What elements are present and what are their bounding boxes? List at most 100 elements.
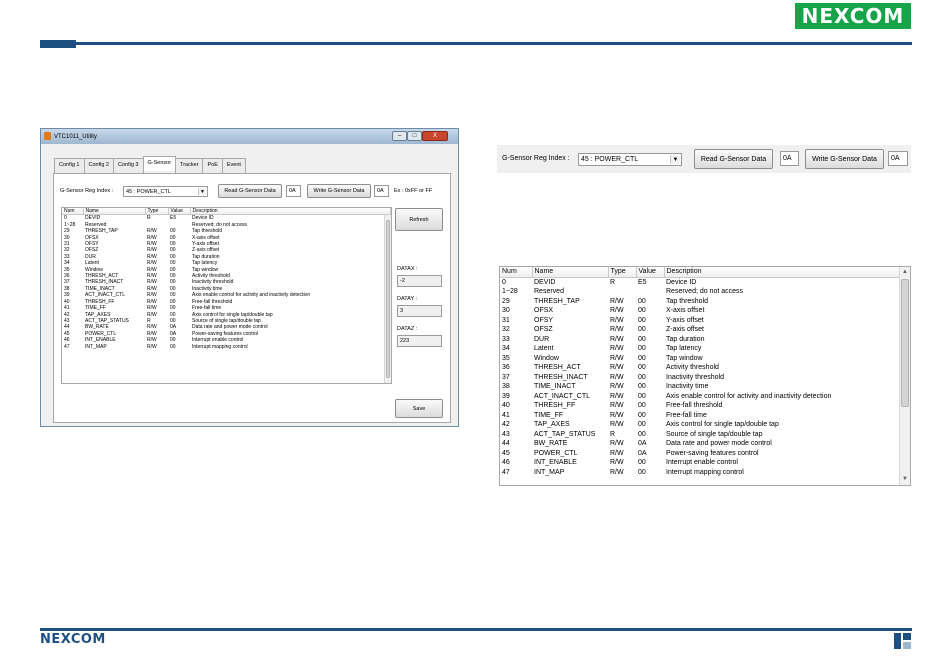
col-value-zoom[interactable]: Value: [636, 267, 665, 278]
write-gsensor-button-zoom[interactable]: Write G-Sensor Data: [805, 149, 884, 169]
table-row-zoom[interactable]: 43 ACT_TAP_STATUS R 00 Source of single tap/…: [500, 430, 910, 440]
close-button[interactable]: X: [422, 131, 448, 141]
table-row-zoom[interactable]: 38 TIME_INACT R/W 00 Inactivity time: [500, 382, 910, 392]
cell-type: R/W: [610, 364, 624, 371]
table-row-zoom[interactable]: 46 INT_ENABLE R/W 00 Interrupt enable contro…: [500, 458, 910, 468]
tab-config-2[interactable]: Config 2: [83, 158, 114, 173]
cell-description: Device ID: [192, 215, 214, 222]
col-description[interactable]: Description: [190, 208, 391, 216]
read-value-field-zoom[interactable]: 0A: [780, 151, 799, 166]
cell-type: R/W: [610, 326, 624, 333]
table-row-zoom[interactable]: 33 DUR R/W 00 Tap duration: [500, 335, 910, 345]
scrollbar-zoom[interactable]: ▲ ▼: [899, 267, 910, 485]
cell-type: R/W: [610, 307, 624, 314]
col-num[interactable]: Num: [62, 208, 84, 216]
cell-name: TIME_INACT: [534, 383, 576, 390]
tab-bar: Config 1 Config 2 Config 3 G-Sensor Trac…: [54, 156, 246, 173]
minimize-button[interactable]: ‒: [392, 131, 407, 141]
cell-num: 35: [502, 354, 510, 362]
scroll-thumb-small[interactable]: [386, 220, 390, 378]
cell-num: 32: [502, 326, 510, 333]
tab-config-1[interactable]: Config 1: [54, 158, 85, 173]
write-value: 0A: [377, 188, 384, 194]
scroll-thumb-zoom[interactable]: [901, 279, 909, 407]
table-row-zoom[interactable]: 37 THRESH_INACT R/W 00 Inactivity threshold: [500, 373, 910, 383]
cell-description: Inactivity time: [666, 383, 709, 390]
table-row[interactable]: 0 DEVID R E5 Device ID: [62, 215, 391, 222]
write-value-field-zoom[interactable]: 0A: [888, 151, 908, 166]
cell-num: 44: [502, 440, 510, 447]
scroll-down-icon[interactable]: ▼: [900, 475, 910, 485]
window-title: VTC1011_Utility: [54, 133, 97, 140]
cell-num: 41: [502, 411, 510, 419]
col-type-zoom[interactable]: Type: [608, 267, 637, 278]
col-description-zoom[interactable]: Description: [664, 267, 910, 278]
cell-type: R/W: [610, 335, 624, 343]
cell-value: 00: [638, 402, 646, 409]
table-row-zoom[interactable]: 45 POWER_CTL R/W 0A Power-saving features co…: [500, 449, 910, 459]
table-row-zoom[interactable]: 41 TIME_FF R/W 00 Free-fall time: [500, 411, 910, 421]
cell-type: R/W: [610, 345, 624, 352]
table-row-zoom[interactable]: 44 BW_RATE R/W 0A Data rate and power mode c…: [500, 439, 910, 449]
cell-type: R: [147, 215, 151, 222]
maximize-button[interactable]: □: [407, 131, 422, 141]
cell-name: Latent: [534, 345, 554, 352]
cell-value: 00: [638, 307, 646, 314]
cell-description: Free-fall threshold: [666, 402, 723, 409]
cell-description: Power-saving features control: [666, 449, 759, 457]
table-row-zoom[interactable]: 32 OFSZ R/W 00 Z-axis offset: [500, 325, 910, 335]
col-num-zoom[interactable]: Num: [500, 267, 533, 278]
tab-g-sensor[interactable]: G-Sensor: [142, 156, 177, 171]
read-value-field[interactable]: 0A: [286, 185, 301, 197]
cell-description: Axis control for single tap/double tap: [666, 421, 779, 428]
cell-value: 0A: [638, 440, 647, 447]
cell-value: 00: [638, 411, 646, 419]
read-gsensor-button[interactable]: Read G-Sensor Data: [218, 184, 282, 198]
table-row-zoom[interactable]: 35 Window R/W 00 Tap window: [500, 354, 910, 364]
table-row-zoom[interactable]: 0 DEVID R E5 Device ID: [500, 277, 910, 287]
scroll-up-icon[interactable]: ▲: [900, 268, 910, 278]
tab-event[interactable]: Event: [221, 158, 246, 173]
reg-index-select[interactable]: 45 : POWER_CTL ▼: [123, 186, 208, 197]
table-row-zoom[interactable]: 34 Latent R/W 00 Tap latency: [500, 344, 910, 354]
utility-window: VTC1011_Utility ‒ □ X Config 1 Config 2 …: [40, 128, 459, 427]
cell-name: THRESH_INACT: [534, 373, 588, 381]
cell-value: 00: [170, 343, 176, 350]
reg-index-value-zoom: 45 : POWER_CTL: [581, 156, 639, 163]
tab-config-3[interactable]: Config 3: [113, 158, 144, 173]
footer-logo-text: NEXCOM: [40, 632, 106, 647]
table-row-zoom[interactable]: 31 OFSY R/W 00 Y-axis offset: [500, 316, 910, 326]
table-row-zoom[interactable]: 47 INT_MAP R/W 00 Interrupt mapping control: [500, 468, 910, 478]
scrollbar-small[interactable]: [384, 215, 391, 383]
footer-mark-icon: [894, 633, 911, 649]
cell-num: 43: [502, 430, 510, 438]
table-row-zoom[interactable]: 36 THRESH_ACT R/W 00 Activity threshold: [500, 363, 910, 373]
table-row-zoom[interactable]: 29 THRESH_TAP R/W 00 Tap threshold: [500, 297, 910, 307]
cell-description: Tap threshold: [666, 297, 709, 305]
col-name[interactable]: Name: [83, 208, 146, 216]
cell-name: BW_RATE: [534, 440, 568, 447]
tab-tracker[interactable]: Tracker: [175, 158, 204, 173]
header-rule: [40, 42, 912, 45]
write-value-field[interactable]: 0A: [374, 185, 389, 197]
cell-name: TIME_FF: [534, 411, 564, 419]
reg-index-select-zoom[interactable]: 45 : POWER_CTL ▼: [578, 153, 682, 166]
cell-value: 00: [638, 468, 646, 476]
cell-type: R/W: [610, 383, 624, 390]
table-row-zoom[interactable]: 40 THRESH_FF R/W 00 Free-fall threshold: [500, 401, 910, 411]
col-type[interactable]: Type: [145, 208, 169, 216]
col-value[interactable]: Value: [168, 208, 191, 216]
refresh-button[interactable]: Refresh: [395, 208, 443, 231]
read-gsensor-button-zoom[interactable]: Read G-Sensor Data: [694, 149, 773, 169]
table-row-zoom[interactable]: 42 TAP_AXES R/W 00 Axis control for single t…: [500, 420, 910, 430]
col-name-zoom[interactable]: Name: [532, 267, 609, 278]
reg-index-label: G-Sensor Reg Index :: [60, 188, 114, 194]
reg-index-label-zoom: G-Sensor Reg Index :: [502, 155, 570, 162]
save-button[interactable]: Save: [395, 399, 443, 418]
table-row-zoom[interactable]: 1~28 Reserved Reserved; do not access: [500, 287, 910, 297]
tab-poe[interactable]: PoE: [202, 158, 223, 173]
table-row-zoom[interactable]: 30 OFSX R/W 00 X-axis offset: [500, 306, 910, 316]
write-gsensor-button[interactable]: Write G-Sensor Data: [307, 184, 371, 198]
table-row[interactable]: 47 INT_MAP R/W 00 Interrupt mapping control: [62, 344, 391, 350]
table-row-zoom[interactable]: 39 ACT_INACT_CTL R/W 00 Axis enable control …: [500, 392, 910, 402]
